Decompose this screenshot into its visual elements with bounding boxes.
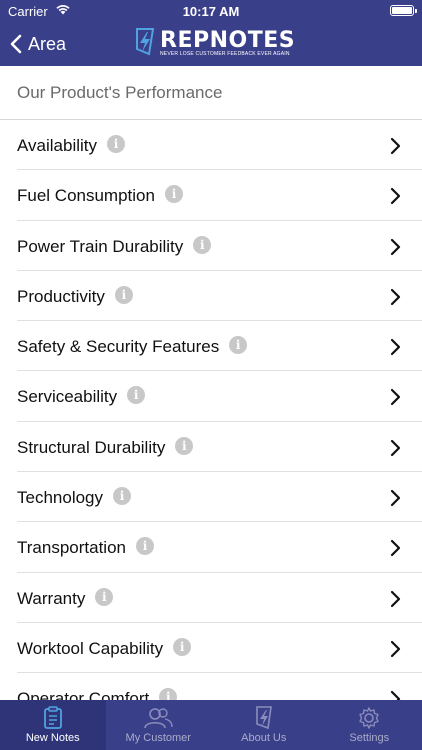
info-icon[interactable]: i <box>95 587 114 606</box>
item-label: Productivity <box>17 286 105 306</box>
item-label: Safety & Security Features <box>17 337 220 357</box>
list-item[interactable]: Fuel Consumption i <box>17 170 422 221</box>
back-label: Area <box>28 33 67 54</box>
tab-about-us[interactable]: About Us <box>211 700 317 750</box>
back-button[interactable]: Area <box>10 30 66 58</box>
bolt-icon <box>255 706 272 730</box>
item-label: Technology <box>17 488 104 508</box>
tab-settings[interactable]: Settings <box>317 700 422 750</box>
item-label: Structural Durability <box>17 437 166 457</box>
list-item[interactable]: Productivity i <box>17 271 422 322</box>
chevron-right-icon <box>390 339 401 356</box>
info-icon[interactable]: i <box>229 336 248 355</box>
customers-icon <box>144 708 173 729</box>
logo-bolt-icon <box>136 28 155 56</box>
gear-icon <box>359 707 379 729</box>
list-item[interactable]: Operator Comfort i <box>17 673 422 700</box>
list-item[interactable]: Transportation i <box>17 522 422 573</box>
battery-icon <box>390 5 417 16</box>
status-time: 10:17 AM <box>182 4 240 19</box>
list-item[interactable]: Safety & Security Features i <box>17 321 422 372</box>
item-label: Warranty <box>17 588 86 608</box>
list-item[interactable]: Structural Durability i <box>17 422 422 473</box>
info-icon[interactable]: i <box>175 436 194 455</box>
item-label: Worktool Capability <box>17 638 164 658</box>
navigation-header: Carrier 10:17 AM Area REPNOTES NEVER LOS… <box>0 0 422 66</box>
notes-icon <box>43 706 62 729</box>
info-icon[interactable]: i <box>173 637 192 656</box>
list-item[interactable]: Serviceability i <box>17 371 422 422</box>
chevron-right-icon <box>390 691 401 700</box>
section-title: Our Product's Performance <box>17 83 223 102</box>
tab-label: New Notes <box>25 732 80 744</box>
logo-tagline: NEVER LOSE CUSTOMER FEEDBACK EVER AGAIN <box>160 51 290 57</box>
info-icon[interactable]: i <box>159 688 178 700</box>
list-item[interactable]: Availability i <box>17 120 422 171</box>
list-item[interactable]: Warranty i <box>17 573 422 623</box>
chevron-right-icon <box>390 389 401 406</box>
chevron-right-icon <box>390 540 401 557</box>
status-bar: Carrier 10:17 AM <box>0 0 422 22</box>
performance-list: Availability i Fuel Consumption i Power Tr… <box>0 120 422 700</box>
info-icon[interactable]: i <box>113 487 132 506</box>
chevron-right-icon <box>390 188 401 205</box>
info-icon[interactable]: i <box>114 285 133 304</box>
chevron-right-icon <box>390 238 401 255</box>
info-icon[interactable]: i <box>107 135 126 153</box>
info-icon[interactable]: i <box>127 386 146 405</box>
tab-new-notes[interactable]: New Notes <box>0 700 106 750</box>
repnotes-logo: REPNOTES NEVER LOSE CUSTOMER FEEDBACK EV… <box>134 28 295 58</box>
list-item[interactable]: Power Train Durability i <box>17 221 422 271</box>
tab-label: Settings <box>349 732 390 744</box>
list-item[interactable]: Technology i <box>17 472 422 523</box>
item-label: Serviceability <box>17 387 118 407</box>
list-item[interactable]: Worktool Capability i <box>17 623 422 674</box>
chevron-right-icon <box>390 590 401 607</box>
chevron-left-icon <box>10 34 22 54</box>
chevron-right-icon <box>390 439 401 456</box>
tab-label: My Customer <box>125 732 191 744</box>
chevron-right-icon <box>390 640 401 658</box>
tab-label: About Us <box>241 732 287 744</box>
tab-bar: New Notes My Customer About Us Settings <box>0 700 422 750</box>
info-icon[interactable]: i <box>164 185 183 204</box>
item-label: Operator Comfort <box>17 689 150 700</box>
chevron-right-icon <box>390 288 401 305</box>
item-label: Transportation <box>17 538 126 558</box>
item-label: Fuel Consumption <box>17 186 155 206</box>
info-icon[interactable]: i <box>135 537 154 556</box>
info-icon[interactable]: i <box>193 235 212 254</box>
chevron-right-icon <box>390 489 401 507</box>
chevron-right-icon <box>390 137 401 155</box>
tab-my-customer[interactable]: My Customer <box>106 700 212 750</box>
item-label: Availability <box>17 136 98 155</box>
item-label: Power Train Durability <box>17 236 184 256</box>
section-header: Our Product's Performance <box>0 66 422 120</box>
logo-text: REPNOTES <box>160 28 296 53</box>
